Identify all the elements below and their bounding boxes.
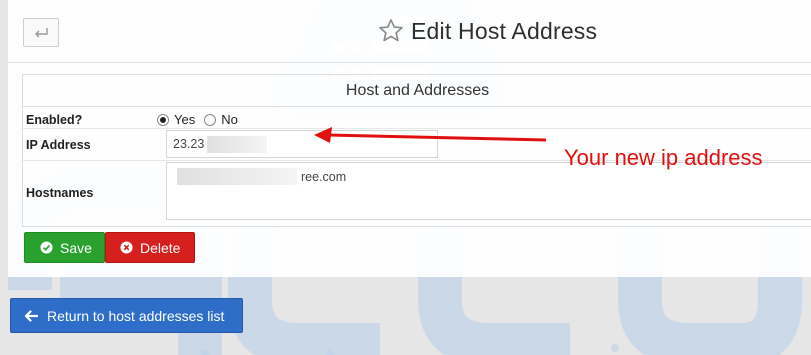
return-label: Return to host addresses list [47,307,225,324]
return-arrow-icon [35,27,48,37]
annotation-arrow [314,127,547,143]
radio-yes-label[interactable]: Yes [174,112,195,127]
star-outline-icon[interactable] [377,17,405,45]
panel-header: Edit Host Address [8,0,811,63]
redaction [177,168,297,185]
return-to-list-button[interactable]: Return to host addresses list [10,298,243,333]
hostnames-value: ree.com [301,170,347,184]
ip-address-value: 23.23 [173,137,205,151]
ip-address-label: IP Address [26,138,91,152]
enabled-label: Enabled? [26,113,83,127]
section-title: Host and Addresses [23,75,811,107]
enabled-radio-group: Yes No [157,112,247,127]
annotation-text: Your new ip address [564,145,763,170]
back-button[interactable] [23,18,59,47]
radio-yes[interactable] [157,113,169,126]
times-circle-icon [120,241,133,254]
save-label: Save [60,239,92,256]
delete-button[interactable]: Delete [105,232,195,263]
save-button[interactable]: Save [24,232,105,263]
radio-no-label[interactable]: No [221,112,238,127]
delete-label: Delete [140,239,181,256]
radio-no[interactable] [204,113,217,126]
redaction [207,136,267,153]
arrow-left-icon [24,309,38,322]
hostnames-label: Hostnames [26,186,94,200]
page-title: Edit Host Address [411,17,598,44]
check-circle-icon [40,241,53,254]
page-title-wrap: Edit Host Address [377,17,597,45]
